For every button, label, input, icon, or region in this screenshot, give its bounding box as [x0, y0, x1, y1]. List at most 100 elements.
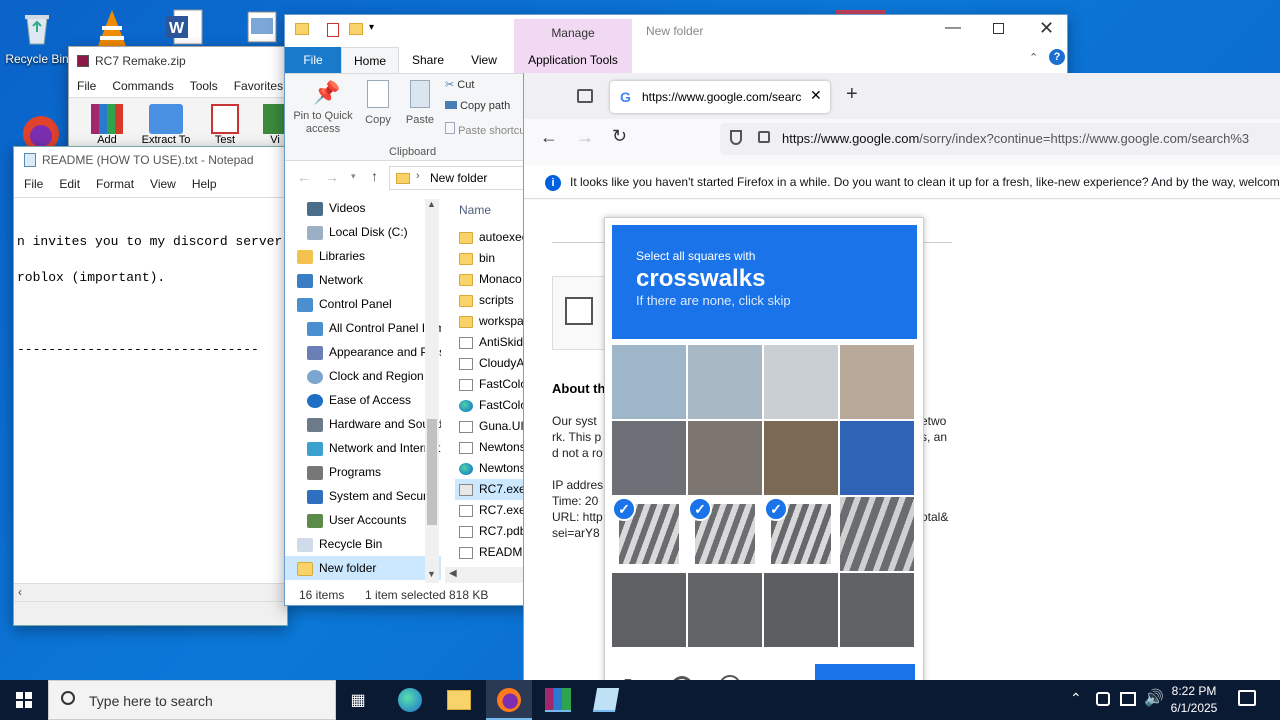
- forward-icon[interactable]: →: [576, 127, 594, 148]
- pin-quick-access-button[interactable]: 📌 Pin to Quick access: [291, 80, 355, 136]
- help-icon[interactable]: ?: [1049, 49, 1065, 65]
- file-row[interactable]: Monaco: [459, 269, 522, 290]
- file-row[interactable]: Newtonsoft.Json: [459, 437, 525, 458]
- file-row[interactable]: scripts: [459, 290, 514, 311]
- firefox-taskbar-icon[interactable]: [486, 680, 532, 720]
- back-icon[interactable]: ←: [540, 127, 558, 148]
- tree-item-videos[interactable]: Videos: [307, 196, 365, 220]
- explorer-taskbar-icon[interactable]: [447, 690, 471, 710]
- edge-taskbar-icon[interactable]: [398, 688, 422, 712]
- column-header-name[interactable]: Name: [459, 203, 491, 217]
- file-row[interactable]: RC7.exe.config: [459, 500, 525, 521]
- winrar-menu-commands[interactable]: Commands: [104, 79, 181, 93]
- qat-dropdown-icon[interactable]: ▾: [369, 22, 374, 33]
- tab-file[interactable]: File: [285, 47, 341, 73]
- challenge-tile[interactable]: [840, 573, 914, 647]
- tree-item-control-panel[interactable]: Control Panel: [297, 292, 392, 316]
- tree-scrollbar[interactable]: ▲ ▼: [425, 199, 439, 583]
- tree-item-hardware[interactable]: Hardware and Sound: [307, 412, 441, 436]
- notepad-menu-format[interactable]: Format: [88, 177, 142, 191]
- notepad-text-area[interactable]: n invites you to my discord server roblo…: [14, 197, 287, 583]
- lock-icon[interactable]: [758, 131, 770, 143]
- notifications-icon[interactable]: [1238, 690, 1256, 706]
- notepad-taskbar-icon[interactable]: [592, 688, 620, 712]
- challenge-tile[interactable]: [764, 573, 838, 647]
- challenge-tile[interactable]: ✓: [764, 497, 838, 571]
- recaptcha-checkbox[interactable]: [565, 297, 593, 325]
- taskbar-search-box[interactable]: Type here to search: [48, 680, 336, 720]
- winrar-test-button[interactable]: Test: [205, 104, 245, 146]
- notepad-menu-help[interactable]: Help: [184, 177, 225, 191]
- reload-icon[interactable]: ↻: [612, 126, 627, 147]
- notepad-menu-view[interactable]: View: [142, 177, 184, 191]
- tracking-shield-icon[interactable]: [730, 130, 742, 145]
- tree-item-system-security[interactable]: System and Security: [307, 484, 439, 508]
- challenge-tile[interactable]: ✓: [688, 497, 762, 571]
- cut-button[interactable]: ✂ Cut: [445, 78, 474, 91]
- usb-icon[interactable]: [1096, 692, 1110, 706]
- tab-share[interactable]: Share: [403, 47, 453, 73]
- challenge-tile[interactable]: [688, 345, 762, 419]
- tree-item-user-accounts[interactable]: User Accounts: [307, 508, 406, 532]
- browser-tab[interactable]: G https://www.google.com/search ✕: [610, 81, 830, 113]
- close-button[interactable]: ✕: [1039, 18, 1054, 39]
- winrar-menu-favorites[interactable]: Favorites: [226, 79, 291, 93]
- challenge-tile[interactable]: [612, 573, 686, 647]
- challenge-tile[interactable]: [840, 497, 914, 571]
- scroll-left-icon[interactable]: ◀: [449, 568, 457, 579]
- copy-button[interactable]: Copy: [361, 80, 395, 126]
- tree-item-libraries[interactable]: Libraries: [297, 244, 365, 268]
- recent-dropdown-icon[interactable]: ▾: [351, 171, 356, 182]
- new-tab-icon[interactable]: +: [846, 83, 858, 106]
- file-row[interactable]: FastColoredTextBox: [459, 374, 525, 395]
- image-file-icon[interactable]: [246, 10, 278, 44]
- file-row[interactable]: README: [459, 542, 525, 563]
- winrar-menu-tools[interactable]: Tools: [182, 79, 226, 93]
- copy-path-button[interactable]: Copy path: [445, 100, 510, 112]
- scroll-down-icon[interactable]: ▼: [427, 569, 436, 579]
- tree-item-network[interactable]: Network: [297, 268, 363, 292]
- notepad-hscrollbar[interactable]: ‹: [14, 583, 287, 601]
- tab-view[interactable]: View: [459, 47, 509, 73]
- up-icon[interactable]: ↑: [371, 168, 378, 184]
- file-row[interactable]: bin: [459, 248, 495, 269]
- tree-item-recycle-bin[interactable]: Recycle Bin: [297, 532, 382, 556]
- challenge-tile[interactable]: ✓: [612, 497, 686, 571]
- url-bar[interactable]: https://www.google.com/sorry/index?conti…: [720, 123, 1280, 155]
- tree-scroll-thumb[interactable]: [427, 419, 437, 525]
- challenge-tile[interactable]: [764, 421, 838, 495]
- file-row[interactable]: AntiSkid: [459, 332, 523, 353]
- file-row[interactable]: Newtonsoft.Json: [459, 458, 525, 479]
- challenge-tile[interactable]: [612, 345, 686, 419]
- file-row[interactable]: RC7.pdb: [459, 521, 525, 542]
- file-row[interactable]: Guna.UI2: [459, 416, 525, 437]
- forward-icon[interactable]: →: [325, 169, 339, 185]
- paste-shortcut-button[interactable]: Paste shortcut: [445, 122, 528, 137]
- newfolder-quick-icon[interactable]: [349, 23, 363, 35]
- tree-item-programs[interactable]: Programs: [307, 460, 381, 484]
- network-tray-icon[interactable]: [1120, 692, 1136, 706]
- tree-item-new-folder[interactable]: New folder: [285, 556, 441, 580]
- winrar-taskbar-icon[interactable]: [545, 688, 571, 712]
- file-row[interactable]: FastColoredTextBox: [459, 395, 525, 416]
- tree-item-all-control-panel[interactable]: All Control Panel Items: [307, 316, 441, 340]
- address-bar[interactable]: › New folder: [389, 166, 529, 190]
- back-icon[interactable]: ←: [297, 169, 311, 185]
- file-row[interactable]: autoexec: [459, 227, 525, 248]
- tree-item-network-internet[interactable]: Network and Internet: [307, 436, 440, 460]
- clock[interactable]: 8:22 PM 6/1/2025: [1168, 683, 1220, 717]
- challenge-tile[interactable]: [688, 421, 762, 495]
- scroll-left-icon[interactable]: ‹: [18, 585, 22, 599]
- tab-close-icon[interactable]: ✕: [810, 87, 822, 104]
- tree-item-ease-of-access[interactable]: Ease of Access: [307, 388, 411, 412]
- task-view-button[interactable]: ▦: [346, 690, 370, 710]
- show-hidden-icons[interactable]: ⌃: [1070, 690, 1082, 707]
- scroll-up-icon[interactable]: ▲: [427, 199, 436, 209]
- volume-icon[interactable]: 🔊: [1144, 688, 1164, 708]
- tab-home[interactable]: Home: [341, 47, 399, 73]
- next-button[interactable]: NEXT: [815, 664, 915, 680]
- start-button[interactable]: [0, 680, 48, 720]
- challenge-tile[interactable]: [688, 573, 762, 647]
- firefox-view-icon[interactable]: [577, 89, 593, 103]
- tree-item-clock[interactable]: Clock and Region: [307, 364, 424, 388]
